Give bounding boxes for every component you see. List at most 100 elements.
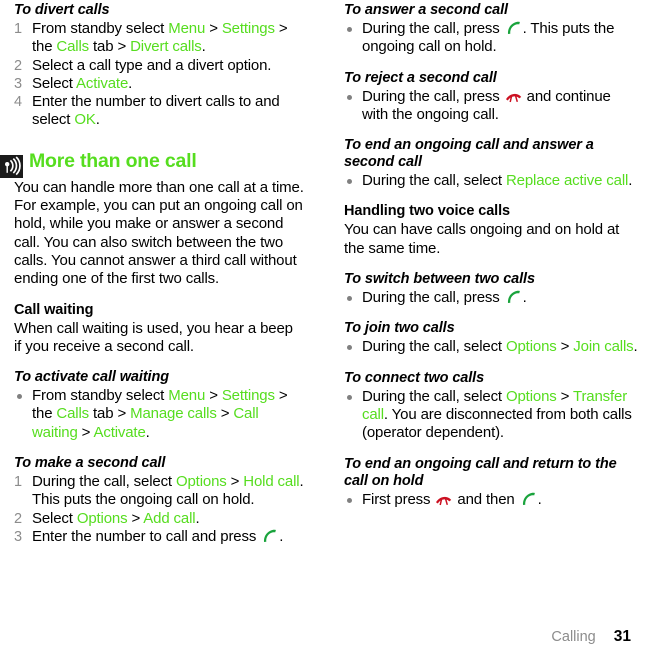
ui-reference: Calls [56,38,90,56]
section-title-more-than-one-call: More than one call [29,149,197,172]
note-antenna-icon [0,154,23,178]
section-to-switch-between-two-calls: To switch between two calls During the c… [344,271,638,307]
section-to-activate-call-waiting: To activate call waiting From standby se… [14,369,304,442]
section-more-than-one-call: More than one call You can handle more t… [0,149,304,289]
bullet-dot [347,296,352,302]
bullet-item: During the call, select Options > Transf… [344,388,638,443]
bullet-dot [347,94,352,100]
ui-reference: Options [76,509,128,527]
section-call-waiting: Call waiting When call waiting is used, … [14,302,304,357]
heading-to-join-two-calls: To join two calls [344,320,455,337]
bullets-to-activate-call-waiting: From standby select Menu > Settings > th… [14,387,304,442]
bullet-item: During the call, select Replace active c… [344,172,638,190]
ui-reference: Hold call [243,473,300,491]
paragraph-call-waiting: When call waiting is used, you hear a be… [14,319,293,355]
step-number: 2 [14,57,22,74]
section-to-end-and-answer: To end an ongoing call and answer a seco… [344,137,638,190]
call-key-icon [261,529,278,543]
end-key-icon [435,492,452,506]
ui-reference: Menu [168,20,206,37]
ui-reference: Options [505,387,557,405]
section-to-make-a-second-call: To make a second call 1 During the call, … [14,455,304,546]
section-to-reject-a-second-call: To reject a second call During the call,… [344,70,638,125]
ui-reference: Activate [75,74,129,92]
bullet-dot [347,179,352,185]
section-to-end-and-return: To end an ongoing call and return to the… [344,456,638,509]
bullet-item: From standby select Menu > Settings > th… [14,387,304,442]
bullet-dot [17,394,22,400]
step-item: 2 Select Options > Add call. [14,509,200,527]
right-column: To answer a second call During the call,… [322,0,644,653]
heading-to-make-a-second-call: To make a second call [14,455,166,472]
heading-to-divert-calls: To divert calls [14,2,110,18]
step-number: 3 [14,75,22,92]
end-key-icon [505,89,522,103]
bullet-dot [347,394,352,400]
section-to-join-two-calls: To join two calls During the call, selec… [344,320,638,356]
ui-reference: Join calls [573,338,634,356]
ui-reference: Settings [221,20,275,37]
footer-page-number: 31 [613,628,631,645]
heading-to-activate-call-waiting: To activate call waiting [14,369,169,386]
bullet-dot [347,27,352,32]
steps-to-make-a-second-call: 1 During the call, select Options > Hold … [14,473,304,546]
ui-reference: Options [175,473,227,491]
step-number: 4 [14,94,22,111]
paragraph-handling-two-voice-calls: You can have calls ongoing and on hold a… [344,221,620,257]
section-to-connect-two-calls: To connect two calls During the call, se… [344,370,638,443]
heading-handling-two-voice-calls: Handling two voice calls [344,203,510,220]
bullet-item: During the call, press . [344,289,638,307]
ui-reference: Replace active call [505,172,629,190]
bullets-to-connect-two-calls: During the call, select Options > Transf… [344,388,638,443]
ui-reference: Add call [143,509,196,527]
left-column: To divert calls 1 From standby select Men… [0,0,322,653]
step-number: 2 [14,510,22,527]
step-number: 1 [14,21,22,37]
ui-reference: Options [505,338,557,356]
step-item: 3 Enter the number to call and press . [14,527,284,545]
call-key-icon [505,290,522,304]
paragraph-more-than-one-call: You can handle more than one call at a t… [14,178,304,288]
step-item: 4 Enter the number to divert calls to and… [14,93,280,129]
ui-reference: Calls [56,405,90,423]
heading-to-answer-a-second-call: To answer a second call [344,2,508,18]
bullets-to-answer-a-second-call: During the call, press . This puts the o… [344,20,638,57]
bullets-to-end-and-return: First press and then . [344,491,638,509]
bullet-dot [347,497,352,503]
heading-to-end-and-return: To end an ongoing call and return to the… [344,455,617,489]
step-number: 1 [14,474,22,491]
bullets-to-switch-between-two-calls: During the call, press . [344,289,638,307]
bullet-item: During the call, select Options > Join c… [344,338,638,356]
ui-reference: Menu [168,387,206,405]
steps-to-divert-calls: 1 From standby select Menu > Settings > t… [14,20,304,130]
bullets-to-end-and-answer: During the call, select Replace active c… [344,172,638,190]
heading-call-waiting: Call waiting [14,301,94,318]
step-item: 1 During the call, select Options > Hold … [14,473,304,509]
step-number: 3 [14,528,22,545]
manual-page: To divert calls 1 From standby select Men… [0,0,645,653]
heading-to-connect-two-calls: To connect two calls [344,369,485,386]
ui-reference: Activate [93,423,146,441]
ui-reference: OK [74,111,96,129]
heading-to-switch-between-two-calls: To switch between two calls [344,271,535,288]
step-item: 2 Select a call type and a divert option. [14,56,272,74]
ui-reference: Settings [221,387,275,405]
bullet-item: During the call, press and continue with… [344,88,638,125]
heading-to-end-and-answer: To end an ongoing call and answer a seco… [344,137,594,171]
bullet-item: During the call, press . This puts the o… [344,20,638,57]
section-handling-two-voice-calls: Handling two voice calls You can have ca… [344,203,638,258]
ui-reference: Manage calls [130,405,217,423]
call-key-icon [520,492,537,506]
ui-reference: Divert calls [130,38,202,56]
section-to-answer-a-second-call: To answer a second call During the call,… [344,2,638,57]
page-footer: Calling 31 [551,628,631,646]
bullet-dot [347,345,352,351]
bullet-item: First press and then . [344,491,638,509]
bullets-to-reject-a-second-call: During the call, press and continue with… [344,88,638,125]
step-item: 1 From standby select Menu > Settings > t… [14,20,288,56]
heading-to-reject-a-second-call: To reject a second call [344,69,497,86]
bullets-to-join-two-calls: During the call, select Options > Join c… [344,338,638,356]
section-header-more-than-one-call: More than one call [0,149,304,178]
section-to-divert-calls: To divert calls 1 From standby select Men… [14,2,304,130]
ui-reference: Transfer call [362,387,628,423]
